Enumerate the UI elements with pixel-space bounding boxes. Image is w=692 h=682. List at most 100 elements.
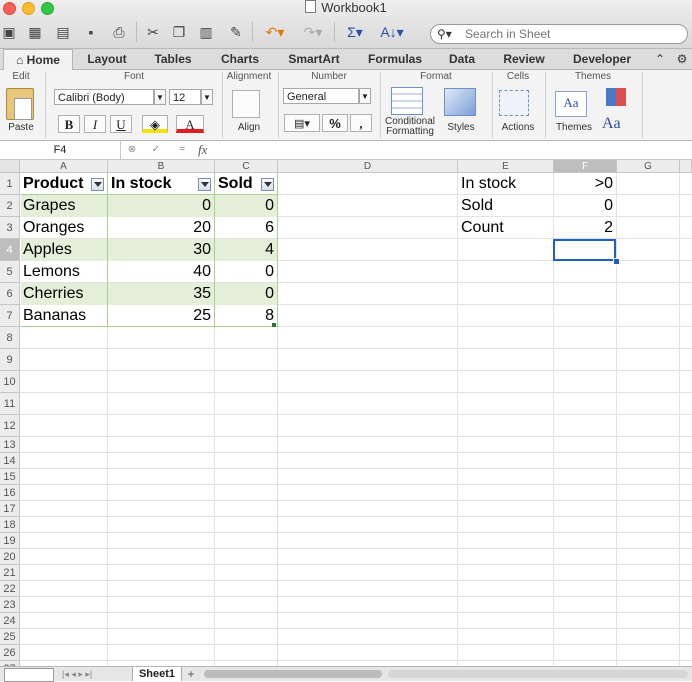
row-header-14[interactable]: 14 bbox=[0, 453, 20, 469]
number-format-dropdown-icon[interactable]: ▼ bbox=[359, 88, 371, 104]
table-cell-product[interactable]: Cherries bbox=[23, 283, 83, 305]
table-cell-product[interactable]: Apples bbox=[23, 239, 72, 261]
tab-review[interactable]: Review bbox=[494, 49, 554, 69]
currency-format-icon[interactable]: ▤▾ bbox=[284, 114, 320, 132]
table-cell-in-stock[interactable]: 35 bbox=[108, 283, 211, 305]
tab-formulas[interactable]: Formulas bbox=[358, 49, 432, 69]
tab-data[interactable]: Data bbox=[440, 49, 484, 69]
tab-charts[interactable]: Charts bbox=[208, 49, 272, 69]
theme-colors-icon[interactable] bbox=[606, 88, 626, 106]
actions-icon[interactable] bbox=[499, 90, 529, 116]
cancel-formula-icon[interactable]: ⊗ bbox=[124, 142, 140, 158]
column-header-e[interactable]: E bbox=[458, 160, 554, 173]
row-header-20[interactable]: 20 bbox=[0, 549, 20, 565]
underline-button[interactable]: U bbox=[110, 115, 132, 133]
redo-icon[interactable]: ↷▾ bbox=[298, 22, 328, 42]
row-header-1[interactable]: 1 bbox=[0, 173, 20, 195]
fill-color-icon[interactable]: ◈ bbox=[142, 115, 168, 133]
row-header-2[interactable]: 2 bbox=[0, 195, 20, 217]
row-header-17[interactable]: 17 bbox=[0, 501, 20, 517]
criteria-value[interactable]: >0 bbox=[554, 173, 613, 195]
row-header-7[interactable]: 7 bbox=[0, 305, 20, 327]
row-header-25[interactable]: 25 bbox=[0, 629, 20, 645]
cut-icon[interactable]: ✂ bbox=[144, 22, 162, 42]
formula-input[interactable] bbox=[222, 141, 692, 159]
copy-icon[interactable]: ❐ bbox=[170, 22, 188, 42]
count-value[interactable]: 2 bbox=[554, 217, 613, 239]
font-size-dropdown-icon[interactable]: ▼ bbox=[201, 89, 213, 105]
align-icon[interactable] bbox=[232, 90, 260, 118]
table-cell-product[interactable]: Oranges bbox=[23, 217, 84, 239]
criteria-label[interactable]: Sold bbox=[461, 195, 493, 217]
table-cell-in-stock[interactable]: 40 bbox=[108, 261, 211, 283]
column-header-h[interactable] bbox=[680, 160, 692, 173]
styles-button[interactable]: Styles bbox=[440, 122, 482, 133]
fill-handle[interactable] bbox=[613, 258, 620, 265]
comma-button[interactable]: , bbox=[350, 114, 372, 132]
print-icon[interactable]: ⎙ bbox=[108, 22, 130, 42]
row-header-26[interactable]: 26 bbox=[0, 645, 20, 661]
row-header-8[interactable]: 8 bbox=[0, 327, 20, 349]
save-icon[interactable]: ▪ bbox=[82, 22, 100, 42]
table-cell-product[interactable]: Lemons bbox=[23, 261, 80, 283]
column-header-a[interactable]: A bbox=[20, 160, 108, 173]
tab-layout[interactable]: Layout bbox=[76, 49, 138, 69]
spreadsheet-grid[interactable]: A B C D E F G 1 2 3 4 5 6 7 8 9 10 11 12… bbox=[0, 160, 692, 666]
align-button[interactable]: Align bbox=[226, 122, 272, 133]
row-header-12[interactable]: 12 bbox=[0, 415, 20, 437]
formula-builder-icon[interactable]: = bbox=[174, 142, 190, 158]
table-cell-in-stock[interactable]: 20 bbox=[108, 217, 211, 239]
table-cell-product[interactable]: Grapes bbox=[23, 195, 75, 217]
conditional-formatting-button[interactable]: Conditional Formatting bbox=[381, 117, 439, 137]
criteria-label[interactable]: In stock bbox=[461, 173, 516, 195]
search-input[interactable] bbox=[465, 26, 675, 42]
table-cell-sold[interactable]: 8 bbox=[215, 305, 274, 327]
table-cell-sold[interactable]: 6 bbox=[215, 217, 274, 239]
font-name-dropdown-icon[interactable]: ▼ bbox=[154, 89, 166, 105]
row-header-3[interactable]: 3 bbox=[0, 217, 20, 239]
table-header-sold[interactable]: Sold bbox=[218, 173, 253, 195]
row-header-13[interactable]: 13 bbox=[0, 437, 20, 453]
search-icon[interactable]: ⚲▾ bbox=[437, 25, 452, 43]
table-cell-sold[interactable]: 0 bbox=[215, 261, 274, 283]
ribbon-settings-icon[interactable]: ⚙ bbox=[674, 49, 690, 69]
table-cell-in-stock[interactable]: 0 bbox=[108, 195, 211, 217]
table-cell-sold[interactable]: 4 bbox=[215, 239, 274, 261]
table-cell-sold[interactable]: 0 bbox=[215, 195, 274, 217]
table-header-in-stock[interactable]: In stock bbox=[111, 173, 171, 195]
select-all-corner[interactable] bbox=[0, 160, 20, 173]
collapse-ribbon-icon[interactable]: ⌃ bbox=[652, 49, 668, 69]
table-resize-handle[interactable] bbox=[272, 323, 276, 327]
row-header-6[interactable]: 6 bbox=[0, 283, 20, 305]
paste-button[interactable]: Paste bbox=[0, 122, 42, 133]
filter-dropdown-icon[interactable] bbox=[198, 178, 211, 191]
table-cell-in-stock[interactable]: 25 bbox=[108, 305, 211, 327]
count-label[interactable]: Count bbox=[461, 217, 504, 239]
tab-developer[interactable]: Developer bbox=[564, 49, 640, 69]
percent-button[interactable]: % bbox=[322, 114, 348, 132]
table-header-product[interactable]: Product bbox=[23, 173, 83, 195]
number-format-field[interactable]: General bbox=[283, 88, 359, 104]
row-header-19[interactable]: 19 bbox=[0, 533, 20, 549]
row-header-15[interactable]: 15 bbox=[0, 469, 20, 485]
sort-icon[interactable]: A↓▾ bbox=[376, 22, 408, 42]
search-field[interactable]: ⚲▾ bbox=[430, 24, 688, 44]
function-icon[interactable]: fx bbox=[198, 141, 218, 159]
filter-dropdown-icon[interactable] bbox=[261, 178, 274, 191]
column-header-c[interactable]: C bbox=[215, 160, 278, 173]
sheet-navigation-icon[interactable]: |◂ ◂ ▸ ▸| bbox=[62, 667, 120, 681]
column-header-d[interactable]: D bbox=[278, 160, 458, 173]
paste-icon[interactable]: ▥ bbox=[196, 22, 216, 42]
row-header-23[interactable]: 23 bbox=[0, 597, 20, 613]
font-color-icon[interactable]: A bbox=[176, 115, 204, 133]
table-cell-sold[interactable]: 0 bbox=[215, 283, 274, 305]
column-header-b[interactable]: B bbox=[108, 160, 215, 173]
table-cell-in-stock[interactable]: 30 bbox=[108, 239, 211, 261]
filter-dropdown-icon[interactable] bbox=[91, 178, 104, 191]
column-header-g[interactable]: G bbox=[617, 160, 680, 173]
tab-home[interactable]: ⌂ Home bbox=[3, 49, 73, 71]
font-size-field[interactable]: 12 bbox=[169, 89, 201, 105]
autosum-icon[interactable]: Σ▾ bbox=[342, 22, 368, 42]
selected-cell[interactable] bbox=[553, 239, 616, 261]
column-header-f[interactable]: F bbox=[554, 160, 617, 173]
